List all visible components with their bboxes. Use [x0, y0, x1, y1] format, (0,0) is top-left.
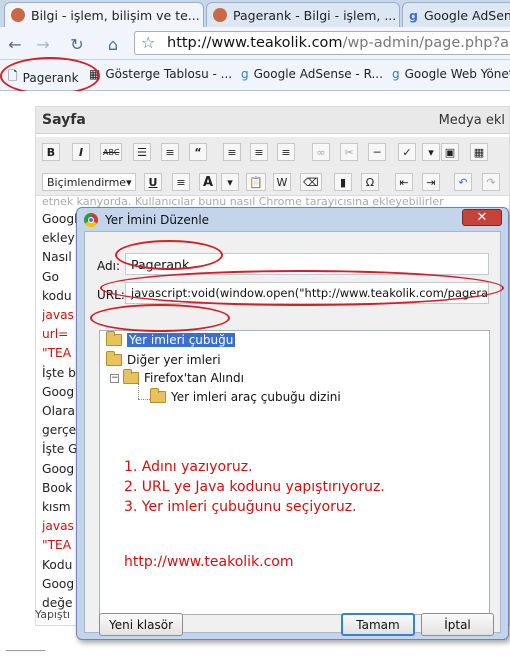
- tab-strip: Bilgi - işlem, bilişim ve te... × Pagera…: [0, 0, 510, 27]
- page-icon: 🗋: [8, 69, 18, 83]
- format-select[interactable]: Biçimlendirme ▾: [42, 173, 136, 191]
- media-icon[interactable]: ▮: [334, 173, 352, 191]
- align-center-icon[interactable]: ≡: [250, 143, 268, 161]
- folder-tree[interactable]: Yer imleri çubuğu Diğer yer imleri − Fir…: [99, 330, 490, 615]
- text-color-dropdown-icon[interactable]: ▾: [221, 173, 239, 191]
- close-icon: ✕: [476, 210, 488, 225]
- bookmark-adsense[interactable]: g Google AdSense - R...: [241, 67, 383, 81]
- text-color-icon[interactable]: A: [199, 173, 217, 191]
- paste-text-icon[interactable]: 📋: [246, 173, 266, 191]
- strikethrough-icon[interactable]: ABC: [100, 143, 123, 161]
- editor-toolbar-row1: B I ABC ☰ ≡ “ ≡ ≡ ≡ ∞ ✂ ─ ✓ ▾ ▣ ▦: [36, 137, 509, 168]
- google-icon: g: [241, 67, 249, 81]
- collapse-icon[interactable]: −: [110, 373, 119, 383]
- tree-node-firefox[interactable]: − Firefox'tan Alındı: [110, 369, 244, 385]
- link-icon[interactable]: ∞: [312, 143, 330, 161]
- blockquote-icon[interactable]: “: [189, 143, 207, 161]
- new-folder-button[interactable]: Yeni klasör: [99, 613, 183, 636]
- bookmarks-bar: 🗋 Pagerank ▦ Gösterge Tablosu - ... g Go…: [0, 60, 510, 91]
- unlink-icon[interactable]: ✂: [340, 143, 358, 161]
- tree-connector: [138, 383, 139, 399]
- teakolik-favicon-icon: [11, 8, 25, 22]
- wordpress-icon: ▦: [89, 67, 101, 81]
- tree-node-firefox-toolbar[interactable]: Yer imleri araç çubuğu dizini: [150, 388, 341, 404]
- home-icon[interactable]: ⌂: [102, 33, 124, 55]
- browser-toolbar: ← → ↻ ⌂ ☆ http://www.teakolik.com/wp-adm…: [0, 27, 510, 60]
- clear-formatting-icon[interactable]: ⌫: [300, 173, 322, 191]
- kitchen-sink-icon[interactable]: ▦: [470, 143, 488, 161]
- bullet-list-icon[interactable]: ☰: [133, 143, 151, 161]
- italic-icon[interactable]: I: [72, 143, 90, 161]
- url-label: URL:: [97, 288, 125, 302]
- tab-label: Pagerank - Bilgi - işlem, ...: [233, 7, 397, 23]
- forward-arrow-icon[interactable]: →: [32, 33, 54, 55]
- special-char-icon[interactable]: Ω: [361, 173, 379, 191]
- google-favicon-icon: g: [409, 7, 418, 23]
- add-media-link[interactable]: Medya ekl: [439, 113, 505, 128]
- folder-icon: [106, 331, 122, 346]
- tab-close-icon[interactable]: ×: [396, 9, 399, 22]
- tab-bilgi[interactable]: Bilgi - işlem, bilişim ve te... ×: [4, 2, 204, 27]
- tab-adsense[interactable]: g Google AdSense: [402, 2, 510, 27]
- tree-node-other-bookmarks[interactable]: Diğer yer imleri: [106, 351, 221, 367]
- address-bar[interactable]: ☆ http://www.teakolik.com/wp-admin/page.…: [134, 31, 510, 55]
- google-icon: g: [392, 67, 400, 81]
- site-link-text: http://www.teakolik.com: [124, 554, 294, 570]
- tab-close-icon[interactable]: ×: [200, 9, 203, 22]
- bookmark-star-icon[interactable]: ☆: [141, 33, 155, 52]
- teakolik-favicon-icon: [213, 8, 227, 22]
- dialog-body: Adı: Pagerank URL: javascript:void(windo…: [84, 231, 501, 636]
- cancel-button[interactable]: İptal: [421, 613, 494, 636]
- chrome-icon: [84, 213, 98, 227]
- bold-icon[interactable]: B: [42, 143, 60, 161]
- indent-icon[interactable]: ⇥: [422, 173, 440, 191]
- editor-toolbar-row2: Biçimlendirme ▾ U ≡ A ▾ 📋 W ⌫ ▮ Ω ⇤ ⇥ ↶ ↷: [36, 167, 509, 196]
- address-url: http://www.teakolik.com/wp-admin/page.ph…: [167, 35, 510, 51]
- reload-icon[interactable]: ↻: [66, 33, 88, 55]
- folder-icon: [106, 351, 122, 366]
- name-label: Adı:: [97, 259, 120, 273]
- instruction-1: 1. Adını yazıyoruz.: [124, 459, 253, 475]
- name-field[interactable]: Pagerank: [125, 253, 489, 275]
- spellcheck-dropdown-icon[interactable]: ▾: [422, 143, 440, 161]
- align-right-icon[interactable]: ≡: [277, 143, 295, 161]
- redo-icon[interactable]: ↷: [482, 173, 500, 191]
- folder-icon: [123, 369, 139, 384]
- editor-status-path: Yapıştı: [35, 608, 71, 621]
- underline-icon[interactable]: U: [144, 173, 162, 191]
- justify-icon[interactable]: ≡: [172, 173, 190, 191]
- tab-pagerank[interactable]: Pagerank - Bilgi - işlem, ... ×: [206, 2, 400, 27]
- spellcheck-icon[interactable]: ✓: [398, 143, 416, 161]
- fullscreen-icon[interactable]: ▣: [441, 143, 459, 161]
- url-field[interactable]: javascript:void(window.open("http://www.…: [125, 282, 489, 304]
- editor-header: Sayfa Medya ekl: [36, 107, 509, 134]
- tree-node-bookmarks-bar[interactable]: Yer imleri çubuğu: [106, 331, 236, 347]
- folder-icon: [150, 388, 166, 403]
- bookmark-gosterge[interactable]: ▦ Gösterge Tablosu - ...: [89, 67, 232, 81]
- editor-title: Sayfa: [42, 112, 86, 128]
- back-arrow-icon[interactable]: ←: [4, 33, 26, 55]
- numbered-list-icon[interactable]: ≡: [161, 143, 179, 161]
- instruction-2: 2. URL ye Java kodunu yapıştırıyoruz.: [124, 479, 385, 495]
- outdent-icon[interactable]: ⇤: [395, 173, 413, 191]
- align-left-icon[interactable]: ≡: [223, 143, 241, 161]
- chevron-down-icon: ▾: [126, 175, 132, 189]
- undo-icon[interactable]: ↶: [454, 173, 472, 191]
- bookmark-webmaster[interactable]: g Google Web Yöneti: [392, 67, 510, 81]
- ok-button[interactable]: Tamam: [341, 613, 415, 636]
- dialog-title: Yer İmini Düzenle: [105, 213, 210, 227]
- tree-connector: [138, 399, 150, 400]
- edit-bookmark-dialog: Yer İmini Düzenle ✕ Adı: Pagerank URL: j…: [76, 207, 509, 640]
- tab-label: Bilgi - işlem, bilişim ve te...: [31, 7, 200, 23]
- dialog-close-button[interactable]: ✕: [462, 209, 502, 226]
- more-tag-icon[interactable]: ─: [368, 143, 386, 161]
- paste-word-icon[interactable]: W: [273, 173, 291, 191]
- bookmark-pagerank[interactable]: 🗋 Pagerank: [8, 67, 79, 88]
- instruction-3: 3. Yer imleri çubuğunu seçiyoruz.: [124, 499, 357, 515]
- tab-label: Google AdSense: [423, 7, 510, 23]
